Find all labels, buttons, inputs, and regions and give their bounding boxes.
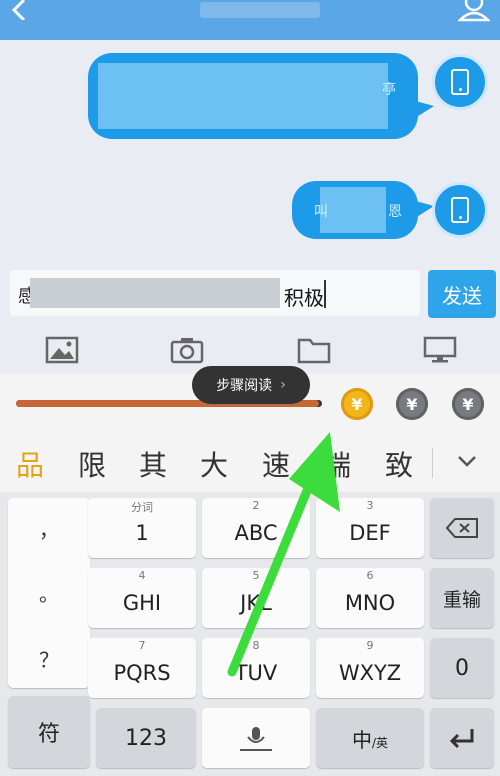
chevron-down-icon[interactable] bbox=[452, 446, 482, 476]
message-bubble[interactable]: 亭 bbox=[88, 53, 418, 139]
composer: 感 积极 发送 bbox=[0, 266, 500, 324]
key-label: 重输 bbox=[442, 588, 481, 611]
key-label: TUV bbox=[234, 661, 278, 685]
coin-grey[interactable]: ¥ bbox=[396, 388, 428, 420]
tooltip-label: 步骤阅读 bbox=[216, 378, 273, 394]
candidate[interactable]: 端 bbox=[317, 444, 357, 484]
step-reading-tooltip[interactable]: 步骤阅读 › bbox=[192, 366, 310, 404]
key-label: DEF bbox=[349, 521, 391, 545]
key-sub: 7 bbox=[138, 639, 146, 652]
lang-sub: /英 bbox=[371, 735, 389, 750]
person-icon[interactable] bbox=[458, 0, 490, 22]
message-text: 亭 bbox=[382, 82, 396, 98]
key-sub: 分词 bbox=[131, 501, 153, 514]
image-icon[interactable] bbox=[45, 336, 79, 364]
key-label: 0 bbox=[455, 655, 469, 681]
lang-main: 中 bbox=[351, 727, 372, 752]
punct-comma[interactable]: ， bbox=[8, 514, 90, 543]
phone-icon bbox=[451, 197, 469, 223]
text-caret bbox=[324, 280, 326, 308]
key-label: 1 bbox=[135, 521, 149, 545]
punct-period[interactable]: 。 bbox=[8, 578, 90, 607]
key-ghi[interactable]: 4 GHI bbox=[88, 568, 196, 628]
key-label: WXYZ bbox=[338, 661, 402, 685]
candidate[interactable]: 大 bbox=[194, 444, 234, 484]
send-button[interactable]: 发送 bbox=[428, 270, 496, 318]
chat-area: 亭 叫 恩 bbox=[0, 40, 500, 266]
blurred-text bbox=[30, 278, 280, 308]
desktop-icon[interactable] bbox=[423, 336, 457, 364]
key-sub: 9 bbox=[366, 639, 374, 652]
key-jkl[interactable]: 5 JKL bbox=[202, 568, 310, 628]
key-sub: 4 bbox=[138, 569, 146, 582]
message-text: 恩 bbox=[388, 204, 402, 220]
candidate[interactable]: 速 bbox=[256, 444, 296, 484]
space-button[interactable] bbox=[202, 708, 310, 768]
bubble-tail bbox=[412, 200, 434, 220]
page-title bbox=[200, 2, 320, 18]
folder-icon[interactable] bbox=[297, 336, 331, 364]
candidate-bar: 品 限 其 大 速 端 致 bbox=[0, 430, 500, 492]
enter-button[interactable] bbox=[430, 708, 494, 768]
key-sub: 3 bbox=[366, 499, 374, 512]
message-input[interactable]: 感 积极 bbox=[10, 270, 420, 316]
bubble-tail bbox=[412, 100, 434, 120]
key-label: GHI bbox=[122, 591, 162, 615]
input-suffix: 积极 bbox=[284, 286, 324, 310]
key-label: PQRS bbox=[113, 661, 171, 685]
key-sub: 5 bbox=[252, 569, 260, 582]
message-bubble[interactable]: 叫 恩 bbox=[292, 181, 418, 239]
key-mno[interactable]: 6 MNO bbox=[316, 568, 424, 628]
coin-grey[interactable]: ¥ bbox=[452, 388, 484, 420]
key-tuv[interactable]: 8 TUV bbox=[202, 638, 310, 698]
message-text: 叫 bbox=[314, 204, 328, 220]
divider bbox=[432, 448, 433, 478]
key-label: 123 bbox=[125, 725, 167, 751]
keyboard: ¥ ¥ ¥ 步骤阅读 › 品 限 其 大 速 端 致 ， 。 ？ 分词 1 2 … bbox=[0, 366, 500, 776]
key-1[interactable]: 分词 1 bbox=[88, 498, 196, 558]
key-label: JKL bbox=[240, 591, 272, 615]
title-bar bbox=[0, 0, 500, 40]
candidate[interactable]: 品 bbox=[10, 444, 50, 484]
chevron-right-icon: › bbox=[280, 377, 286, 393]
backspace-icon bbox=[445, 518, 478, 538]
candidate[interactable]: 致 bbox=[379, 444, 419, 484]
key-pqrs[interactable]: 7 PQRS bbox=[88, 638, 196, 698]
camera-icon[interactable] bbox=[170, 336, 204, 364]
punctuation-column[interactable]: ， 。 ？ bbox=[8, 498, 90, 688]
candidate[interactable]: 限 bbox=[72, 444, 112, 484]
key-def[interactable]: 3 DEF bbox=[316, 498, 424, 558]
avatar[interactable] bbox=[432, 54, 488, 110]
key-sub: 6 bbox=[366, 569, 374, 582]
phone-icon bbox=[451, 69, 469, 95]
key-sub: 2 bbox=[252, 499, 260, 512]
numeric-button[interactable]: 123 bbox=[96, 708, 196, 768]
key-abc[interactable]: 2 ABC bbox=[202, 498, 310, 558]
key-wxyz[interactable]: 9 WXYZ bbox=[316, 638, 424, 698]
retype-button[interactable]: 重输 bbox=[430, 568, 494, 628]
chevron-left-icon[interactable] bbox=[8, 0, 30, 20]
punct-question[interactable]: ？ bbox=[8, 644, 90, 673]
candidate[interactable]: 其 bbox=[133, 444, 173, 484]
key-label: 符 bbox=[37, 722, 60, 747]
key-sub: 8 bbox=[252, 639, 260, 652]
coin-gold[interactable]: ¥ bbox=[341, 388, 373, 420]
language-toggle-button[interactable]: 中 /英 bbox=[316, 708, 424, 768]
microphone-icon bbox=[240, 727, 272, 751]
key-label: ABC bbox=[234, 521, 278, 545]
enter-icon bbox=[449, 729, 474, 749]
avatar[interactable] bbox=[432, 182, 488, 238]
backspace-button[interactable] bbox=[430, 498, 494, 558]
key-label: MNO bbox=[344, 591, 396, 615]
key-0[interactable]: 0 bbox=[430, 638, 494, 698]
symbol-button[interactable]: 符 bbox=[8, 696, 90, 768]
